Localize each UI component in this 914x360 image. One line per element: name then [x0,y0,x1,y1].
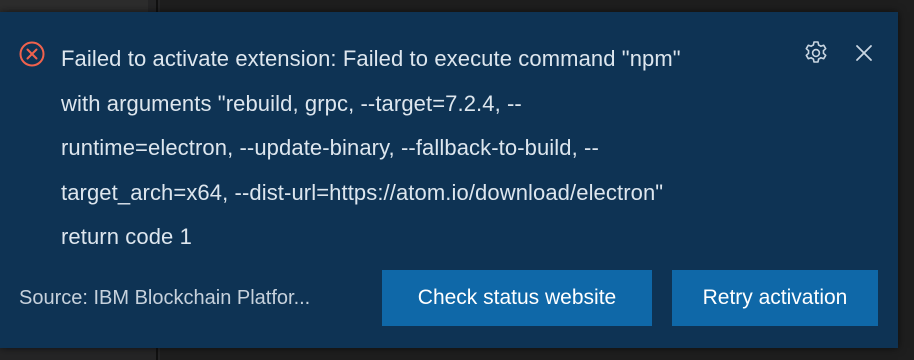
notification-settings-button[interactable] [800,39,832,71]
gear-icon [802,39,830,72]
check-status-website-button[interactable]: Check status website [382,270,652,326]
sidebar-header-strip [0,0,148,12]
error-circle-x-icon [19,41,45,67]
close-icon [854,43,874,68]
notification-toast: Failed to activate extension: Failed to … [0,12,898,348]
notification-source: Source: IBM Blockchain Platfor... [19,287,311,309]
retry-activation-button[interactable]: Retry activation [672,270,878,326]
notification-close-button[interactable] [848,39,880,71]
notification-message: Failed to activate extension: Failed to … [61,46,681,249]
